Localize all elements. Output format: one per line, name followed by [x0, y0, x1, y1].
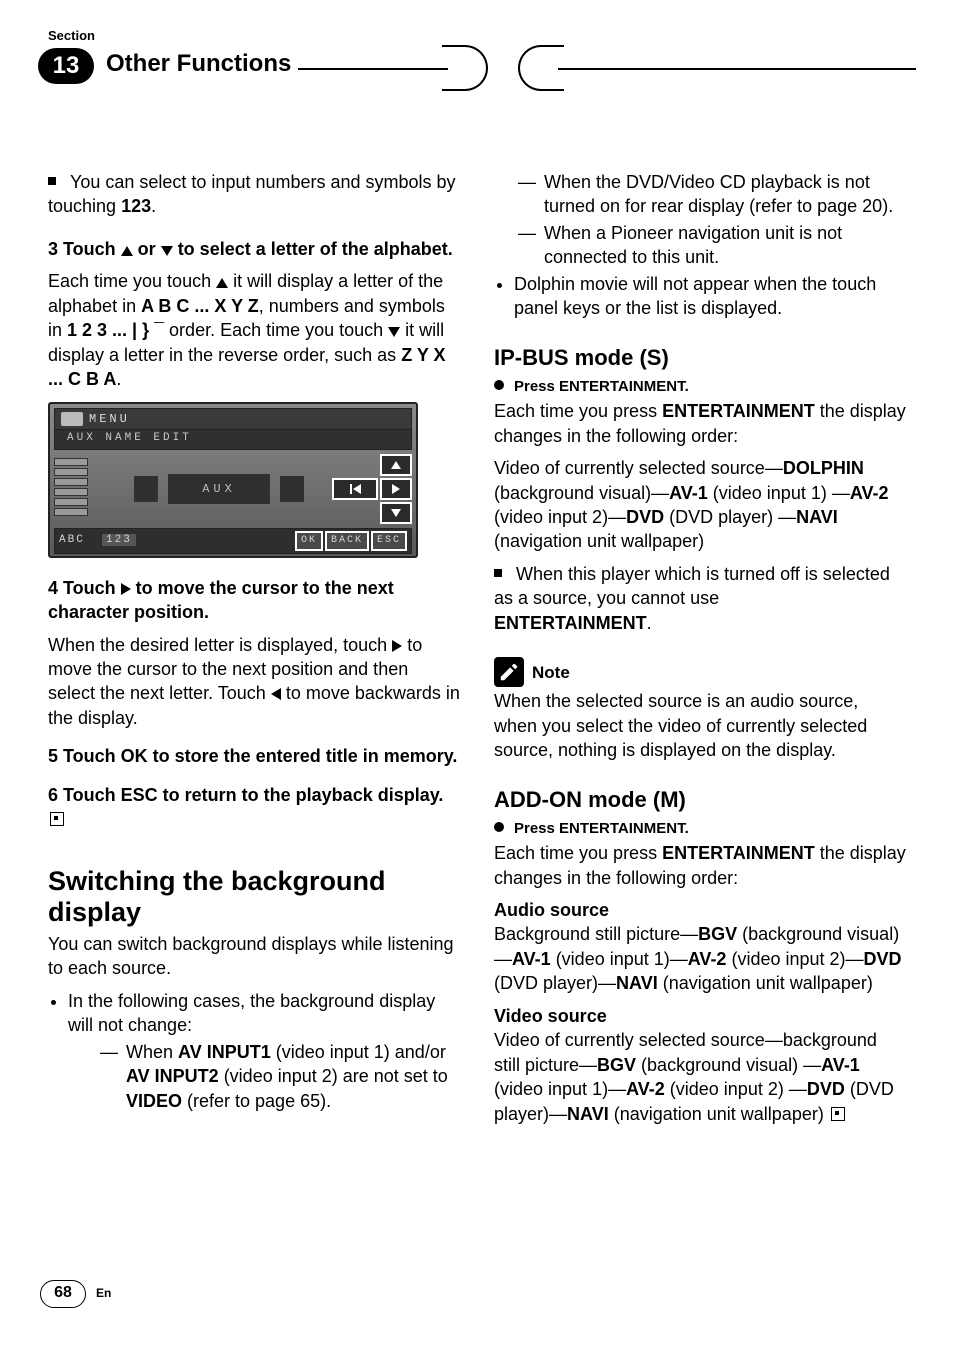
lcd-subtitle: AUX NAME EDIT: [54, 430, 412, 450]
switching-intro: You can switch background displays while…: [48, 932, 460, 981]
bullet-dot-icon: [494, 380, 504, 390]
chapter-title: Other Functions: [106, 50, 291, 78]
up-triangle-icon: [121, 246, 133, 256]
disc-icon: [61, 412, 83, 426]
heading-switching-background: Switching the background display: [48, 866, 460, 928]
page-footer: 68 En: [40, 1280, 111, 1308]
press-entertainment-ipbus: Press ENTERTAINMENT.: [494, 377, 906, 397]
note-pencil-icon: [494, 657, 524, 687]
right-triangle-icon: [392, 640, 402, 652]
note-label: Note: [532, 661, 570, 684]
step-4-body: When the desired letter is displayed, to…: [48, 633, 460, 731]
ipbus-sequence: Video of currently selected source—DOLPH…: [494, 456, 906, 554]
down-triangle-icon: [388, 327, 400, 337]
ipbus-tip: When this player which is turned off is …: [494, 562, 906, 635]
lcd-illustration: MENU AUX NAME EDIT AUX: [48, 402, 460, 558]
lcd-esc-button: ESC: [371, 531, 407, 551]
audio-sequence: Background still picture—BGV (background…: [494, 922, 906, 995]
lcd-menu-label: MENU: [89, 411, 130, 427]
header-cap-left: [442, 45, 488, 91]
press-entertainment-addon: Press ENTERTAINMENT.: [494, 819, 906, 839]
up-triangle-icon: [216, 278, 228, 288]
note-heading: Note: [494, 657, 906, 687]
ipbus-intro: Each time you press ENTERTAINMENT the di…: [494, 399, 906, 448]
bullet-dot-icon: [494, 822, 504, 832]
heading-addon: ADD-ON mode (M): [494, 785, 906, 815]
lcd-char-box: [134, 476, 158, 502]
video-source-label: Video source: [494, 1004, 906, 1028]
section-label: Section: [48, 28, 95, 43]
left-triangle-icon: [271, 688, 281, 700]
chapter-header: 13 Other Functions: [38, 48, 916, 94]
lcd-ok-button: OK: [295, 531, 323, 551]
header-rule-right: [558, 68, 916, 72]
end-mark-icon: [50, 812, 64, 826]
lcd-prev-button: [332, 478, 378, 500]
right-triangle-icon: [121, 583, 131, 595]
heading-ipbus: IP-BUS mode (S): [494, 343, 906, 373]
step-5: 5 Touch OK to store the entered title in…: [48, 744, 460, 768]
lcd-abc-label: ABC: [59, 534, 85, 546]
lcd-cursor-box: [280, 476, 304, 502]
square-bullet-icon: [48, 177, 56, 185]
video-sequence: Video of currently selected source—backg…: [494, 1028, 906, 1126]
step-3-heading: 3 Touch or to select a letter of the alp…: [48, 237, 460, 261]
tip-numbers-symbols: You can select to input numbers and symb…: [48, 170, 460, 219]
page-number: 68: [40, 1280, 86, 1308]
step-6: 6 Touch ESC to return to the playback di…: [48, 783, 460, 832]
language-code: En: [96, 1286, 111, 1300]
left-column: You can select to input numbers and symb…: [48, 170, 460, 1262]
lcd-up-button: [380, 454, 412, 476]
bullet-cases: In the following cases, the background d…: [68, 989, 460, 1038]
step-3-body: Each time you touch it will display a le…: [48, 269, 460, 391]
dash-av-input: — When AV INPUT1 (video input 1) and/or …: [100, 1040, 460, 1113]
dash-dvd-rear: — When the DVD/Video CD playback is not …: [518, 170, 906, 219]
addon-intro: Each time you press ENTERTAINMENT the di…: [494, 841, 906, 890]
header-rule-left: [298, 68, 448, 72]
right-column: — When the DVD/Video CD playback is not …: [494, 170, 906, 1262]
page: Section 13 Other Functions You can selec…: [0, 0, 954, 1352]
dash-navi-unit: — When a Pioneer navigation unit is not …: [518, 221, 906, 270]
step-4-heading: 4 Touch to move the cursor to the next c…: [48, 576, 460, 625]
note-body: When the selected source is an audio sou…: [494, 689, 906, 762]
lcd-level-bars: [54, 454, 88, 524]
end-mark-icon: [831, 1107, 845, 1121]
chapter-number-badge: 13: [38, 48, 94, 84]
square-bullet-icon: [494, 569, 502, 577]
bullet-dolphin: Dolphin movie will not appear when the t…: [514, 272, 906, 321]
lcd-123-label: 123: [102, 534, 136, 546]
down-triangle-icon: [161, 246, 173, 256]
audio-source-label: Audio source: [494, 898, 906, 922]
lcd-next-button: [380, 478, 412, 500]
lcd-down-button: [380, 502, 412, 524]
lcd-aux-box: AUX: [168, 474, 270, 504]
lcd-back-button: BACK: [325, 531, 369, 551]
